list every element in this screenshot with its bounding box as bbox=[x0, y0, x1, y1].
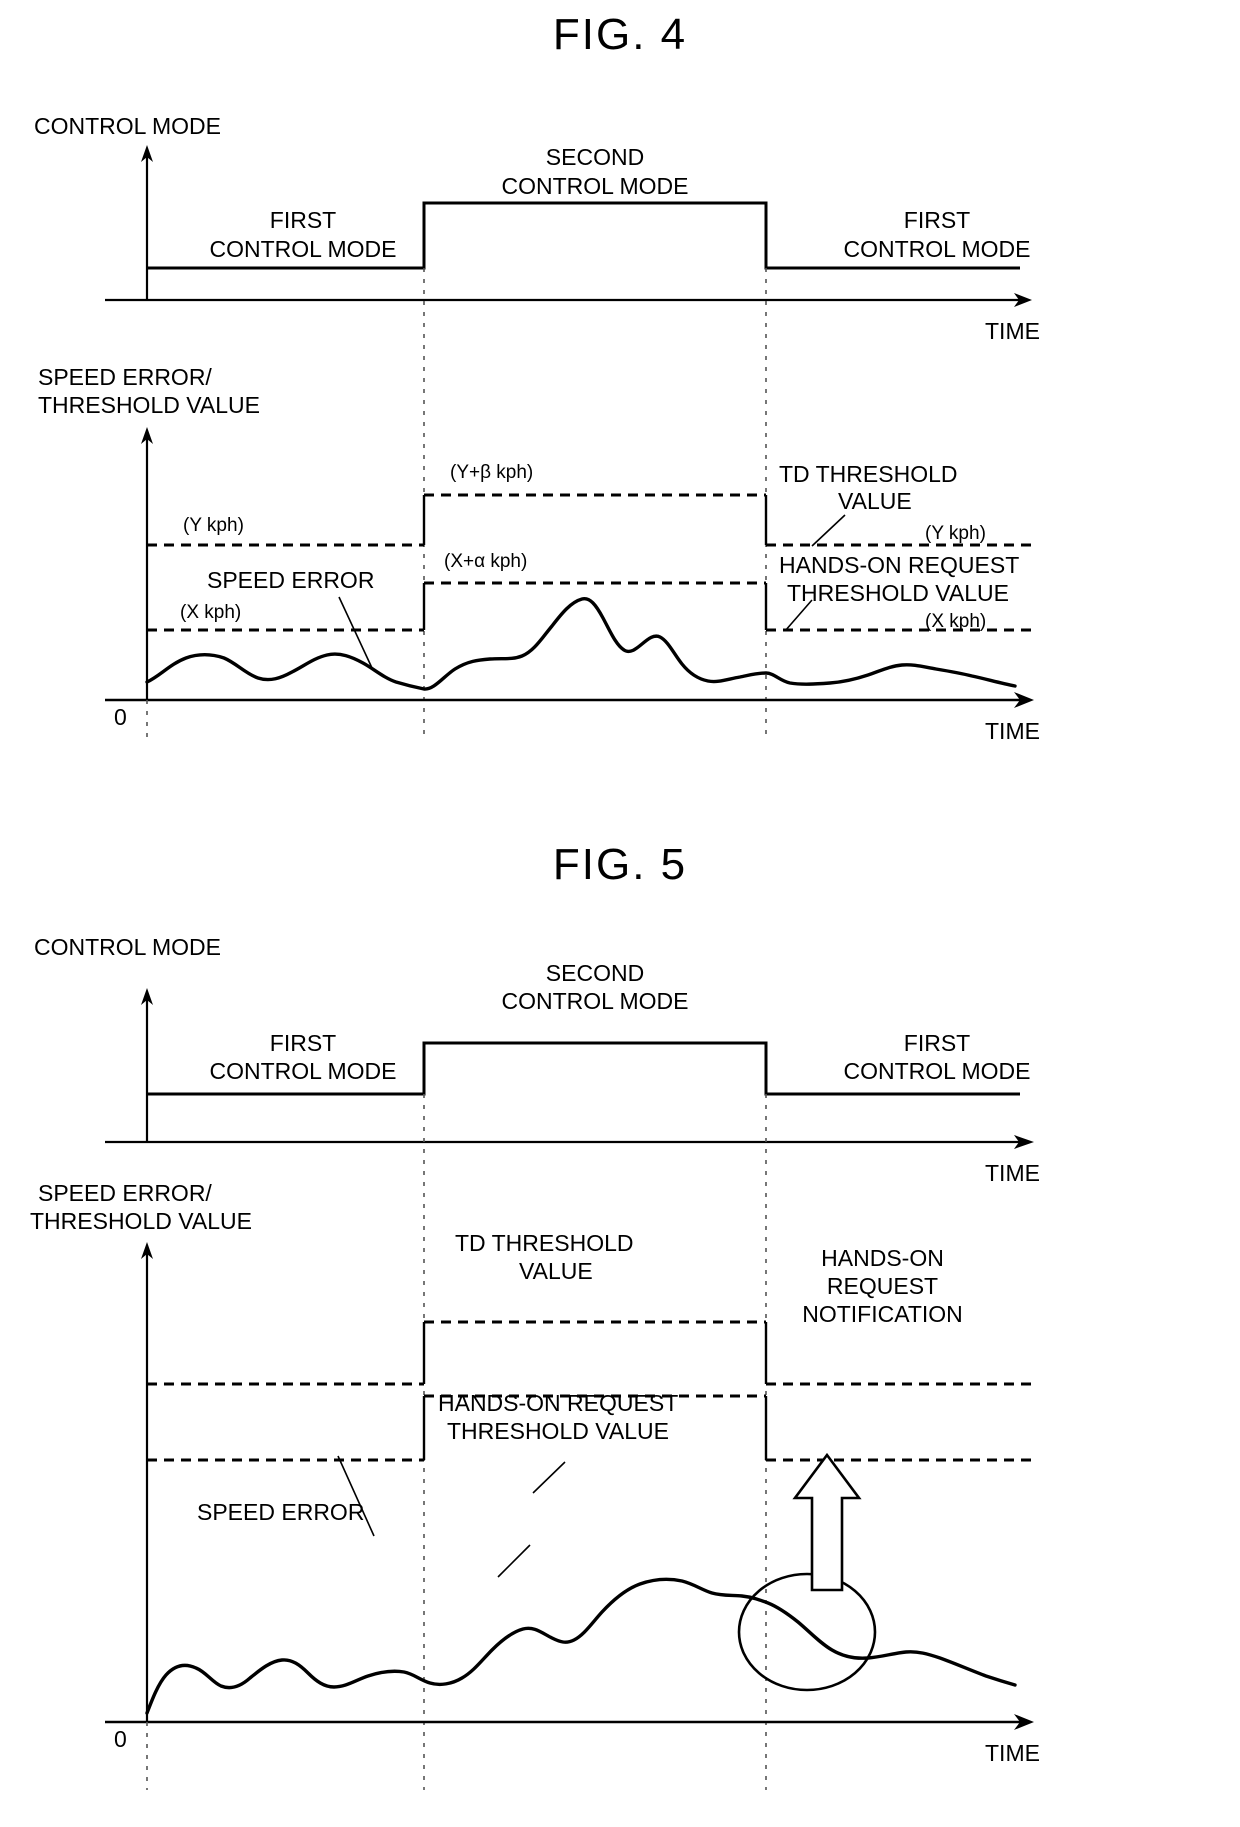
fig5-td-threshold-label-line2: VALUE bbox=[519, 1258, 593, 1284]
fig4-lower-y-axis-label-line2: THRESHOLD VALUE bbox=[38, 392, 260, 418]
fig5-notification-label-line3: NOTIFICATION bbox=[802, 1301, 963, 1327]
fig4-speed-error-curve bbox=[145, 597, 1017, 691]
fig4-second-control-mode-line1: SECOND bbox=[545, 144, 645, 170]
fig5-origin-label: 0 bbox=[114, 1726, 127, 1752]
fig4-lower-x-axis-label: TIME bbox=[985, 718, 1040, 744]
fig5-lower-y-axis-label-line2: THRESHOLD VALUE bbox=[30, 1208, 252, 1234]
fig4-x-plus-alpha-label: (X+α kph) bbox=[444, 551, 528, 572]
fig4-hands-on-threshold-label-line2: THRESHOLD VALUE bbox=[787, 580, 1009, 606]
fig5-first-control-mode-right-line2: CONTROL MODE bbox=[843, 1058, 1031, 1084]
fig5-speed-error-label: SPEED ERROR bbox=[197, 1499, 365, 1525]
fig4-upper-x-axis-label: TIME bbox=[985, 318, 1040, 344]
fig4-y-kph-right-label: (Y kph) bbox=[925, 523, 986, 544]
fig5-lower-x-axis-label: TIME bbox=[985, 1740, 1040, 1766]
fig4-y-plus-beta-label: (Y+β kph) bbox=[450, 462, 534, 483]
fig5-upper-y-axis-label: CONTROL MODE bbox=[34, 934, 221, 960]
fig4-upper-chart bbox=[105, 145, 1032, 740]
figure-sheet: FIG. 4 FIG. 5 CONTROL MODE FIRST CONTROL… bbox=[0, 0, 1240, 1827]
fig5-td-threshold-leader bbox=[532, 1461, 566, 1494]
fig5-hands-on-threshold-label-line1: HANDS-ON REQUEST bbox=[438, 1390, 679, 1416]
fig4-first-control-mode-left-line1: FIRST bbox=[269, 207, 337, 233]
fig4-td-threshold-leader bbox=[811, 514, 846, 547]
fig4-hands-on-threshold-label-line1: HANDS-ON REQUEST bbox=[779, 552, 1020, 578]
figure-vector-layer bbox=[105, 145, 1035, 1790]
fig5-td-threshold-label-line1: TD THRESHOLD bbox=[455, 1230, 634, 1256]
fig5-lower-y-axis-label-line1: SPEED ERROR/ bbox=[38, 1180, 212, 1206]
fig5-upper-chart bbox=[105, 988, 1034, 1790]
fig4-upper-y-axis-label: CONTROL MODE bbox=[34, 113, 221, 139]
fig5-first-control-mode-right-line1: FIRST bbox=[903, 1030, 971, 1056]
fig4-lower-y-axis-label-line1: SPEED ERROR/ bbox=[38, 364, 212, 390]
fig4-first-control-mode-left-line2: CONTROL MODE bbox=[209, 236, 397, 262]
fig4-x-kph-left-label: (X kph) bbox=[180, 602, 242, 623]
fig4-y-kph-left-label: (Y kph) bbox=[183, 515, 244, 536]
fig5-hands-on-threshold-label-line2: THRESHOLD VALUE bbox=[447, 1418, 669, 1444]
fig4-speed-error-label: SPEED ERROR bbox=[207, 567, 375, 593]
fig4-first-control-mode-right-line2: CONTROL MODE bbox=[843, 236, 1031, 262]
fig4-x-kph-right-label: (X kph) bbox=[925, 611, 987, 632]
fig5-upper-x-axis-label: TIME bbox=[985, 1160, 1040, 1186]
fig5-second-control-mode-line2: CONTROL MODE bbox=[501, 988, 689, 1014]
fig5-first-control-mode-left-line2: CONTROL MODE bbox=[209, 1058, 397, 1084]
hands-on-request-notification-arrow-icon bbox=[792, 1452, 862, 1592]
fig5-second-control-mode-line1: SECOND bbox=[545, 960, 645, 986]
fig5-notification-label-line2: REQUEST bbox=[826, 1273, 939, 1299]
fig5-hands-on-threshold-leader bbox=[497, 1544, 531, 1578]
fig4-second-control-mode-line2: CONTROL MODE bbox=[501, 173, 689, 199]
fig4-origin-label: 0 bbox=[114, 704, 127, 730]
fig4-td-threshold-label-line1: TD THRESHOLD bbox=[779, 461, 958, 487]
fig5-td-threshold-line bbox=[147, 1320, 1035, 1386]
fig4-td-threshold-label-line2: VALUE bbox=[838, 488, 912, 514]
fig4-first-control-mode-right-line1: FIRST bbox=[903, 207, 971, 233]
fig5-notification-label-line1: HANDS-ON bbox=[821, 1245, 944, 1271]
fig5-first-control-mode-left-line1: FIRST bbox=[269, 1030, 337, 1056]
fig4-speed-error-leader bbox=[338, 596, 373, 669]
fig5-speed-error-curve bbox=[145, 1577, 1017, 1715]
